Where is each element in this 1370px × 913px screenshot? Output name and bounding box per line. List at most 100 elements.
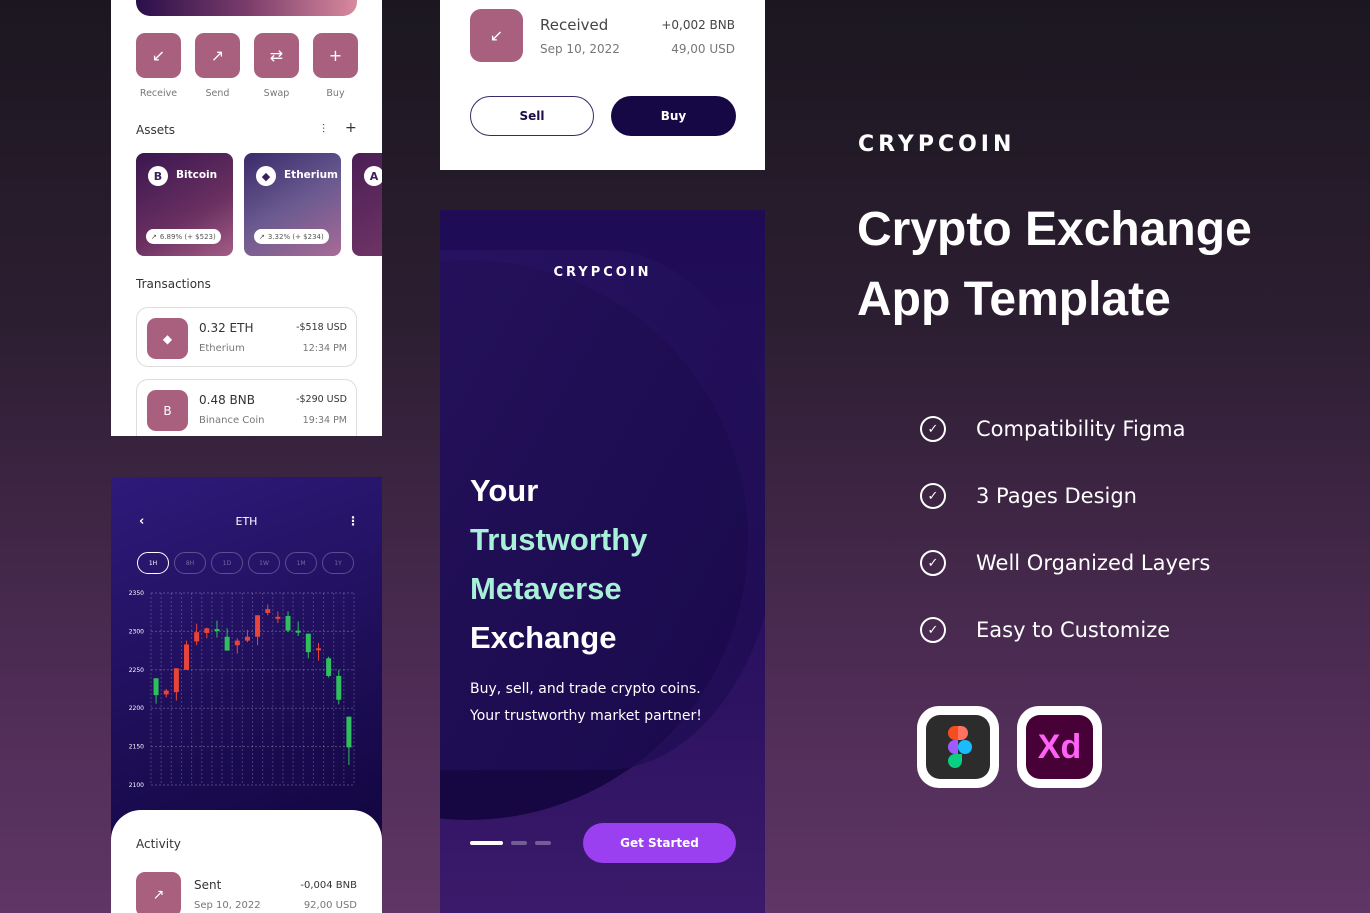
received-usd: 49,00 USD [671, 42, 735, 56]
transaction-amount: 0.32 ETH [199, 321, 254, 335]
action-label: Swap [263, 88, 290, 99]
candle [285, 611, 291, 633]
candle-body [184, 644, 190, 670]
action-swap-button[interactable]: ⇄ [254, 33, 299, 78]
asset-card[interactable]: B Bitcoin ↗ 6.89% (+ $523) [136, 153, 233, 256]
check-circle-icon: ✓ [920, 416, 946, 442]
candle [255, 615, 261, 646]
tab-1h[interactable]: 1H [137, 552, 169, 574]
candle [336, 669, 342, 705]
headline-line-4: Exchange [470, 620, 617, 655]
candle-body [336, 675, 342, 700]
candle-body [173, 668, 179, 693]
candle-body [244, 636, 250, 641]
onboarding-screen: CRYPCOIN Your Trustworthy Metaverse Exch… [440, 210, 765, 913]
candle-body [326, 658, 332, 676]
transaction-amount: 0.48 BNB [199, 393, 255, 407]
candle-body [153, 678, 159, 696]
trend-up-icon: ↗ [259, 232, 265, 241]
activity-amount: -0,004 BNB [300, 880, 357, 891]
asset-card[interactable]: ◆ Etherium ↗ 3.32% (+ $234) [244, 153, 341, 256]
candle-body [204, 628, 210, 633]
candle [305, 633, 311, 659]
sent-icon: ↗ [136, 872, 181, 913]
chart-screen: ‹ ETH ⋮ 1H 8H 1D 1W 1M 1Y 2350 2300 2250 2200 215… [111, 477, 382, 913]
add-asset-icon[interactable]: + [345, 120, 357, 136]
candle-body [234, 640, 240, 646]
candle [173, 668, 179, 701]
transaction-row[interactable]: ◆ 0.32 ETH Etherium -$518 USD 12:34 PM [136, 307, 357, 367]
tab-8h[interactable]: 8H [174, 552, 206, 574]
action-receive-button[interactable]: ↙ [136, 33, 181, 78]
coin-icon: B [147, 390, 188, 431]
check-circle-icon: ✓ [920, 617, 946, 643]
check-circle-icon: ✓ [920, 483, 946, 509]
y-tick-label: 2250 [129, 667, 144, 674]
asset-name: Etherium [284, 169, 338, 181]
coin-icon: B [148, 166, 168, 186]
plus-icon: + [328, 46, 343, 65]
transaction-time: 19:34 PM [302, 415, 347, 426]
transaction-coin: Binance Coin [199, 415, 265, 426]
candle [214, 620, 220, 638]
candle [275, 611, 281, 623]
candle [244, 629, 250, 643]
candle [326, 656, 332, 678]
candle-body [305, 633, 311, 653]
feature-item: ✓ 3 Pages Design [920, 483, 1137, 509]
candle-body [275, 616, 281, 619]
received-icon: ↙ [470, 9, 523, 62]
promo-title-line-1: Crypto Exchange [857, 203, 1252, 256]
feature-label: 3 Pages Design [976, 484, 1137, 508]
action-label: Send [205, 88, 230, 99]
page-dot[interactable] [511, 841, 527, 845]
more-icon[interactable]: ⋮ [347, 514, 359, 528]
candle-body [163, 690, 169, 695]
feature-label: Compatibility Figma [976, 417, 1186, 441]
trend-up-icon: ↗ [151, 232, 157, 241]
transaction-usd: -$518 USD [296, 322, 347, 333]
candle [295, 621, 301, 637]
transaction-time: 12:34 PM [302, 343, 347, 354]
candle [163, 689, 169, 698]
action-send-button[interactable]: ↗ [195, 33, 240, 78]
activity-type: Sent [194, 878, 222, 892]
feature-label: Well Organized Layers [976, 551, 1211, 575]
candle [153, 678, 159, 704]
get-started-button[interactable]: Get Started [583, 823, 736, 863]
headline-line-2: Trustworthy [470, 522, 648, 557]
timeframe-tabs: 1H 8H 1D 1W 1M 1Y [137, 552, 354, 574]
candle [194, 623, 200, 646]
sell-button[interactable]: Sell [470, 96, 594, 136]
asset-change: ↗ 6.89% (+ $523) [146, 229, 221, 244]
action-buy-button[interactable]: + [313, 33, 358, 78]
onboarding-subtitle: Buy, sell, and trade crypto coins. Your … [470, 676, 702, 730]
assets-title: Assets [136, 123, 176, 137]
filter-icon[interactable]: ⫶ [322, 122, 325, 137]
onboarding-headline: Your Trustworthy Metaverse Exchange [470, 466, 647, 662]
transaction-coin: Etherium [199, 343, 245, 354]
candle-body [255, 615, 261, 637]
y-tick-label: 2150 [129, 744, 144, 751]
activity-title: Activity [136, 837, 181, 851]
candle-body [295, 630, 301, 633]
tab-1w[interactable]: 1W [248, 552, 280, 574]
transaction-row[interactable]: B 0.48 BNB Binance Coin -$290 USD 19:34 PM [136, 379, 357, 436]
transactions-title: Transactions [136, 277, 211, 291]
page-dot[interactable] [535, 841, 551, 845]
received-title: Received [540, 16, 609, 34]
buy-button[interactable]: Buy [611, 96, 736, 136]
tab-1d[interactable]: 1D [211, 552, 243, 574]
tab-1y[interactable]: 1Y [322, 552, 354, 574]
trend-down-icon: ↙ [151, 46, 166, 65]
page-dot-active[interactable] [470, 841, 503, 845]
asset-name: Bitcoin [176, 169, 218, 181]
candle [346, 716, 352, 766]
headline-line-1: Your [470, 473, 539, 508]
promo-title: Crypto Exchange App Template [857, 195, 1252, 335]
y-tick-label: 2350 [129, 590, 144, 597]
asset-card[interactable]: A [352, 153, 382, 256]
candle-body [346, 716, 352, 748]
y-tick-label: 2300 [129, 628, 144, 635]
tab-1m[interactable]: 1M [285, 552, 317, 574]
